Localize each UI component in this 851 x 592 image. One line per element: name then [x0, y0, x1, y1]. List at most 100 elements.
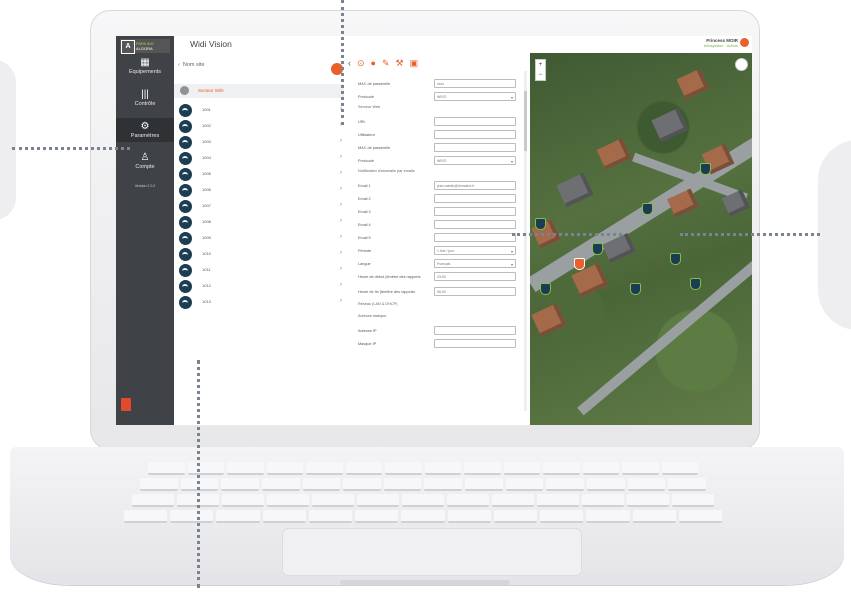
map-marker[interactable]: [540, 283, 551, 295]
map-marker[interactable]: [630, 283, 641, 295]
group-label: Secteur Wife: [198, 88, 224, 93]
list-item[interactable]: 1005 ›: [174, 166, 344, 182]
tools-icon[interactable]: ⚒: [396, 58, 404, 68]
device-icon: [179, 152, 192, 165]
pdf-icon[interactable]: [121, 398, 131, 411]
list-header[interactable]: ‹ Nom site: [178, 62, 205, 68]
app-title: Widi Vision: [190, 39, 232, 49]
field-label: Protocole: [358, 159, 375, 163]
detail-toolbar: ‹ ⊙ ● ✎ ⚒ ▣: [348, 57, 418, 69]
group-row[interactable]: Secteur Wife: [174, 84, 344, 98]
satellite-map[interactable]: + −: [530, 53, 752, 425]
field-label: Utilisateur: [358, 133, 375, 137]
form-row: Masque IP: [358, 339, 518, 349]
zoom-control[interactable]: + −: [535, 59, 546, 81]
list-item[interactable]: 1008 ›: [174, 214, 344, 230]
text-field[interactable]: [434, 130, 516, 139]
text-field[interactable]: [434, 194, 516, 203]
chevron-right-icon[interactable]: ›: [340, 266, 342, 272]
text-field[interactable]: jean.martin@domaine.fr: [434, 181, 516, 190]
building-icon: ▦: [140, 57, 150, 68]
item-label: 1003: [202, 139, 211, 144]
chevron-right-icon[interactable]: ›: [340, 218, 342, 224]
text-field[interactable]: 06:00: [434, 287, 516, 296]
zoom-out-button[interactable]: −: [536, 70, 545, 80]
sidebar: A PARKING ALGORA ▦ Equipements ||| Contr…: [116, 36, 174, 425]
chevron-right-icon[interactable]: ›: [340, 282, 342, 288]
select-field[interactable]: WISO: [434, 156, 516, 166]
house: [531, 303, 567, 337]
device-icon: [179, 216, 192, 229]
list-item[interactable]: 1010 ›: [174, 246, 344, 262]
list-item[interactable]: 1007 ›: [174, 198, 344, 214]
item-label: 1002: [202, 123, 211, 128]
chevron-right-icon[interactable]: ›: [340, 298, 342, 304]
chevron-right-icon[interactable]: ›: [340, 154, 342, 160]
user-info[interactable]: Princess MOIR Infosystem · Admin: [704, 38, 738, 48]
scrollbar-thumb[interactable]: [524, 91, 527, 151]
text-field[interactable]: [434, 233, 516, 242]
chevron-right-icon[interactable]: ›: [340, 186, 342, 192]
list-item[interactable]: 1011 ›: [174, 262, 344, 278]
chevron-right-icon[interactable]: ›: [340, 170, 342, 176]
list-item[interactable]: 1009 ›: [174, 230, 344, 246]
keyboard: [118, 462, 728, 526]
item-label: 1006: [202, 187, 211, 192]
text-field[interactable]: 23:00: [434, 272, 516, 281]
form-row: Heure de début (fenêtre des rapports 23:0…: [358, 272, 518, 282]
nav-controle[interactable]: ||| Contrôle: [116, 89, 174, 107]
map-marker[interactable]: [670, 253, 681, 265]
list-item[interactable]: 1001 ›: [174, 102, 344, 118]
form-row: Période 1 fois / jour: [358, 246, 518, 256]
select-field[interactable]: 1 fois / jour: [434, 246, 516, 256]
text-field[interactable]: [434, 207, 516, 216]
chevron-right-icon[interactable]: ›: [340, 234, 342, 240]
barcode-icon: |||: [141, 89, 149, 100]
list-item[interactable]: 1003 ›: [174, 134, 344, 150]
selected-map-marker[interactable]: [574, 258, 585, 270]
house: [651, 107, 689, 143]
text-field[interactable]: [434, 143, 516, 152]
text-field[interactable]: [434, 339, 516, 348]
list-item[interactable]: 1012 ›: [174, 278, 344, 294]
zoom-in-button[interactable]: +: [536, 60, 545, 70]
text-field[interactable]: [434, 117, 516, 126]
back-icon[interactable]: ‹: [348, 58, 351, 68]
select-field[interactable]: WISO: [434, 92, 516, 102]
nav-parametres[interactable]: ⚙ Paramètres: [116, 118, 174, 142]
avatar[interactable]: [740, 38, 749, 47]
edit-icon[interactable]: ✎: [382, 58, 390, 68]
delete-icon[interactable]: ▣: [410, 58, 419, 68]
house: [596, 138, 632, 170]
layers-button[interactable]: [735, 58, 748, 71]
chevron-right-icon[interactable]: ›: [340, 138, 342, 144]
map-marker[interactable]: [592, 243, 603, 255]
scrollbar[interactable]: [524, 71, 527, 411]
map-marker[interactable]: [642, 203, 653, 215]
field-label: Email 3: [358, 210, 371, 214]
map-marker[interactable]: [700, 163, 711, 175]
list-item[interactable]: 1004 ›: [174, 150, 344, 166]
form-row: MAC de passerelle xxxx: [358, 79, 518, 89]
chevron-right-icon[interactable]: ›: [340, 202, 342, 208]
list-item[interactable]: 1013 ›: [174, 294, 344, 310]
list-item[interactable]: 1002 ›: [174, 118, 344, 134]
nav-equipements[interactable]: ▦ Equipements: [116, 57, 174, 75]
nav-compte[interactable]: ♙ Compte: [116, 152, 174, 170]
callout-line-map-left: [512, 233, 622, 236]
text-field[interactable]: [434, 326, 516, 335]
logo-mark: A: [121, 40, 135, 54]
map-marker[interactable]: [535, 218, 546, 230]
house: [556, 172, 594, 208]
text-field[interactable]: xxxx: [434, 79, 516, 88]
list-item[interactable]: 1006 ›: [174, 182, 344, 198]
text-field[interactable]: [434, 220, 516, 229]
form-row: URL: [358, 117, 518, 127]
map-marker[interactable]: [690, 278, 701, 290]
item-label: 1008: [202, 219, 211, 224]
target-icon[interactable]: ⊙: [357, 58, 365, 68]
record-icon[interactable]: ●: [371, 58, 376, 68]
logo-line2: ALGORA: [136, 46, 153, 51]
chevron-right-icon[interactable]: ›: [340, 250, 342, 256]
select-field[interactable]: Français: [434, 259, 516, 269]
